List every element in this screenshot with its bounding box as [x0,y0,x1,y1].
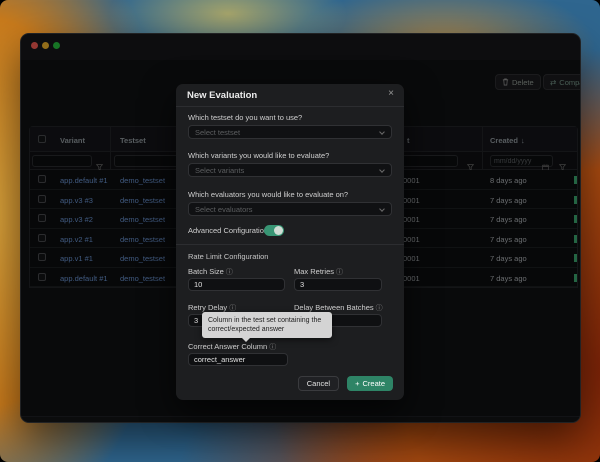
modal-title: New Evaluation [187,90,257,101]
info-icon[interactable]: ⓘ [269,344,276,351]
max-retries-label: Max Retriesⓘ [294,267,343,277]
new-evaluation-modal: New Evaluation × Which testset do you wa… [176,84,404,400]
testset-question-label: Which testset do you want to use? [188,113,302,122]
info-icon[interactable]: ⓘ [376,305,383,312]
chevron-down-icon [379,206,385,212]
correct-answer-column-tooltip: Column in the test set containing the co… [202,312,332,338]
advanced-configuration-label: Advanced Configuration [188,226,268,235]
variants-select-placeholder: Select variants [195,166,244,175]
close-icon[interactable]: × [388,88,394,99]
create-button[interactable]: + Create [347,376,393,391]
advanced-configuration-toggle[interactable] [264,225,284,236]
variants-question-label: Which variants you would like to evaluat… [188,151,329,160]
correct-answer-column-input[interactable] [188,353,288,366]
toggle-knob [274,226,283,235]
plus-icon: + [355,379,359,388]
info-icon[interactable]: ⓘ [229,305,236,312]
info-icon[interactable]: ⓘ [336,269,343,276]
chevron-down-icon [379,129,385,135]
correct-answer-column-label: Correct Answer Columnⓘ [188,342,276,352]
variants-select[interactable]: Select variants [188,163,392,177]
batch-size-label: Batch Sizeⓘ [188,267,233,277]
chevron-down-icon [379,167,385,173]
testset-select-placeholder: Select testset [195,128,240,137]
create-button-label: Create [362,379,385,388]
rate-limit-section-title: Rate Limit Configuration [188,252,268,261]
testset-select[interactable]: Select testset [188,125,392,139]
evaluators-select[interactable]: Select evaluators [188,202,392,216]
batch-size-input[interactable] [188,278,285,291]
max-retries-input[interactable] [294,278,382,291]
modal-footer: Cancel + Create [298,376,393,391]
desktop: Delete ⇄ Compare Variant Testset t Creat… [0,0,600,462]
evaluators-question-label: Which evaluators you would like to evalu… [188,190,348,199]
info-icon[interactable]: ⓘ [226,269,233,276]
cancel-button[interactable]: Cancel [298,376,339,391]
evaluators-select-placeholder: Select evaluators [195,205,253,214]
